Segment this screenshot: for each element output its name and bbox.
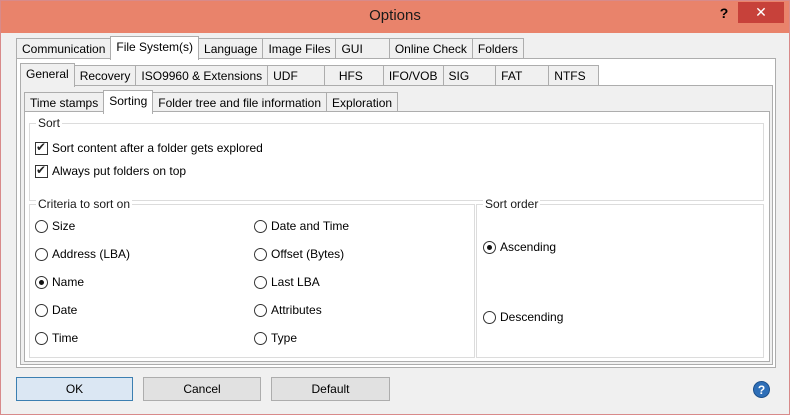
tab-gui[interactable]: GUI <box>335 38 390 60</box>
radio-dot <box>254 303 267 317</box>
sort-after-explored-checkbox[interactable]: Sort content after a folder gets explore… <box>35 140 263 155</box>
radio-dot <box>35 303 48 317</box>
tab-communication[interactable]: Communication <box>16 38 112 60</box>
radio-attributes-label: Attributes <box>271 303 322 317</box>
folders-on-top-checkbox[interactable]: Always put folders on top <box>35 163 187 178</box>
radio-type[interactable]: Type <box>254 331 297 345</box>
radio-ascending-label: Ascending <box>500 240 557 254</box>
radio-time[interactable]: Time <box>35 331 78 345</box>
checkbox-box <box>35 140 48 155</box>
radio-dot <box>254 247 267 261</box>
radio-type-label: Type <box>271 331 298 345</box>
radio-descending-label: Descending <box>500 310 564 324</box>
default-button[interactable]: Default <box>271 377 390 401</box>
radio-dot-selected <box>483 240 496 254</box>
radio-descending[interactable]: Descending <box>483 310 563 324</box>
tabs-level2: General Recovery ISO9960 & Extensions UD… <box>20 63 599 87</box>
tab-sig[interactable]: SIG <box>442 65 497 87</box>
radio-date-label: Date <box>52 303 78 317</box>
radio-offset-bytes[interactable]: Offset (Bytes) <box>254 247 344 261</box>
radio-time-label: Time <box>52 331 79 345</box>
tab-online-check[interactable]: Online Check <box>388 38 473 60</box>
tab-fat[interactable]: FAT <box>495 65 550 87</box>
criteria-group: Criteria to sort on <box>29 197 475 358</box>
radio-address-lba-label: Address (LBA) <box>52 247 131 261</box>
checkbox-box <box>35 163 48 178</box>
tab-language[interactable]: Language <box>198 38 264 60</box>
radio-dot <box>35 331 48 345</box>
window-title: Options <box>369 7 421 24</box>
radio-dot <box>35 219 48 233</box>
sorting-panel: Sort Sort content after a folder gets ex… <box>24 111 770 362</box>
tab-general[interactable]: General <box>20 63 75 87</box>
radio-attributes[interactable]: Attributes <box>254 303 322 317</box>
tab-sorting[interactable]: Sorting <box>103 90 154 114</box>
titlebar-help-button[interactable]: ? <box>713 5 735 25</box>
sort-order-group: Sort order <box>476 197 764 358</box>
tab-file-systems[interactable]: File System(s) <box>110 36 200 60</box>
radio-last-lba[interactable]: Last LBA <box>254 275 320 289</box>
criteria-group-title: Criteria to sort on <box>36 197 133 211</box>
sort-order-group-title: Sort order <box>483 197 541 211</box>
help-icon[interactable]: ? <box>753 381 770 398</box>
tab-hfs[interactable]: HFS <box>323 65 384 87</box>
sort-after-explored-label: Sort content after a folder gets explore… <box>52 141 263 155</box>
radio-name[interactable]: Name <box>35 275 84 289</box>
folders-on-top-label: Always put folders on top <box>52 164 187 178</box>
tab-folders[interactable]: Folders <box>471 38 524 60</box>
sort-group: Sort <box>29 116 764 201</box>
radio-dot <box>483 310 496 324</box>
radio-size-label: Size <box>52 219 76 233</box>
radio-size[interactable]: Size <box>35 219 75 233</box>
radio-last-lba-label: Last LBA <box>271 275 320 289</box>
tabs-level1: Communication File System(s) Language Im… <box>16 36 524 60</box>
radio-dot-selected <box>35 275 48 289</box>
tab-iso9960[interactable]: ISO9960 & Extensions <box>135 65 269 87</box>
radio-ascending[interactable]: Ascending <box>483 240 556 254</box>
options-window: Options ? ✕ Communication File System(s)… <box>0 0 790 415</box>
radio-address-lba[interactable]: Address (LBA) <box>35 247 130 261</box>
close-button[interactable]: ✕ <box>738 2 784 23</box>
tab-image-files[interactable]: Image Files <box>262 38 337 60</box>
cancel-button[interactable]: Cancel <box>143 377 261 401</box>
radio-date-and-time-label: Date and Time <box>271 219 350 233</box>
sort-group-title: Sort <box>36 116 63 130</box>
radio-name-label: Name <box>52 275 85 289</box>
radio-dot <box>35 247 48 261</box>
radio-dot <box>254 219 267 233</box>
radio-dot <box>254 275 267 289</box>
tab-ntfs[interactable]: NTFS <box>548 65 599 87</box>
tab-recovery[interactable]: Recovery <box>73 65 137 87</box>
tab-udf[interactable]: UDF <box>267 65 325 87</box>
radio-date-and-time[interactable]: Date and Time <box>254 219 349 233</box>
radio-offset-bytes-label: Offset (Bytes) <box>271 247 345 261</box>
ok-button[interactable]: OK <box>16 377 133 401</box>
title-bar: Options ? ✕ <box>1 1 789 33</box>
radio-dot <box>254 331 267 345</box>
tab-ifo-vob[interactable]: IFO/VOB <box>382 65 444 87</box>
radio-date[interactable]: Date <box>35 303 77 317</box>
